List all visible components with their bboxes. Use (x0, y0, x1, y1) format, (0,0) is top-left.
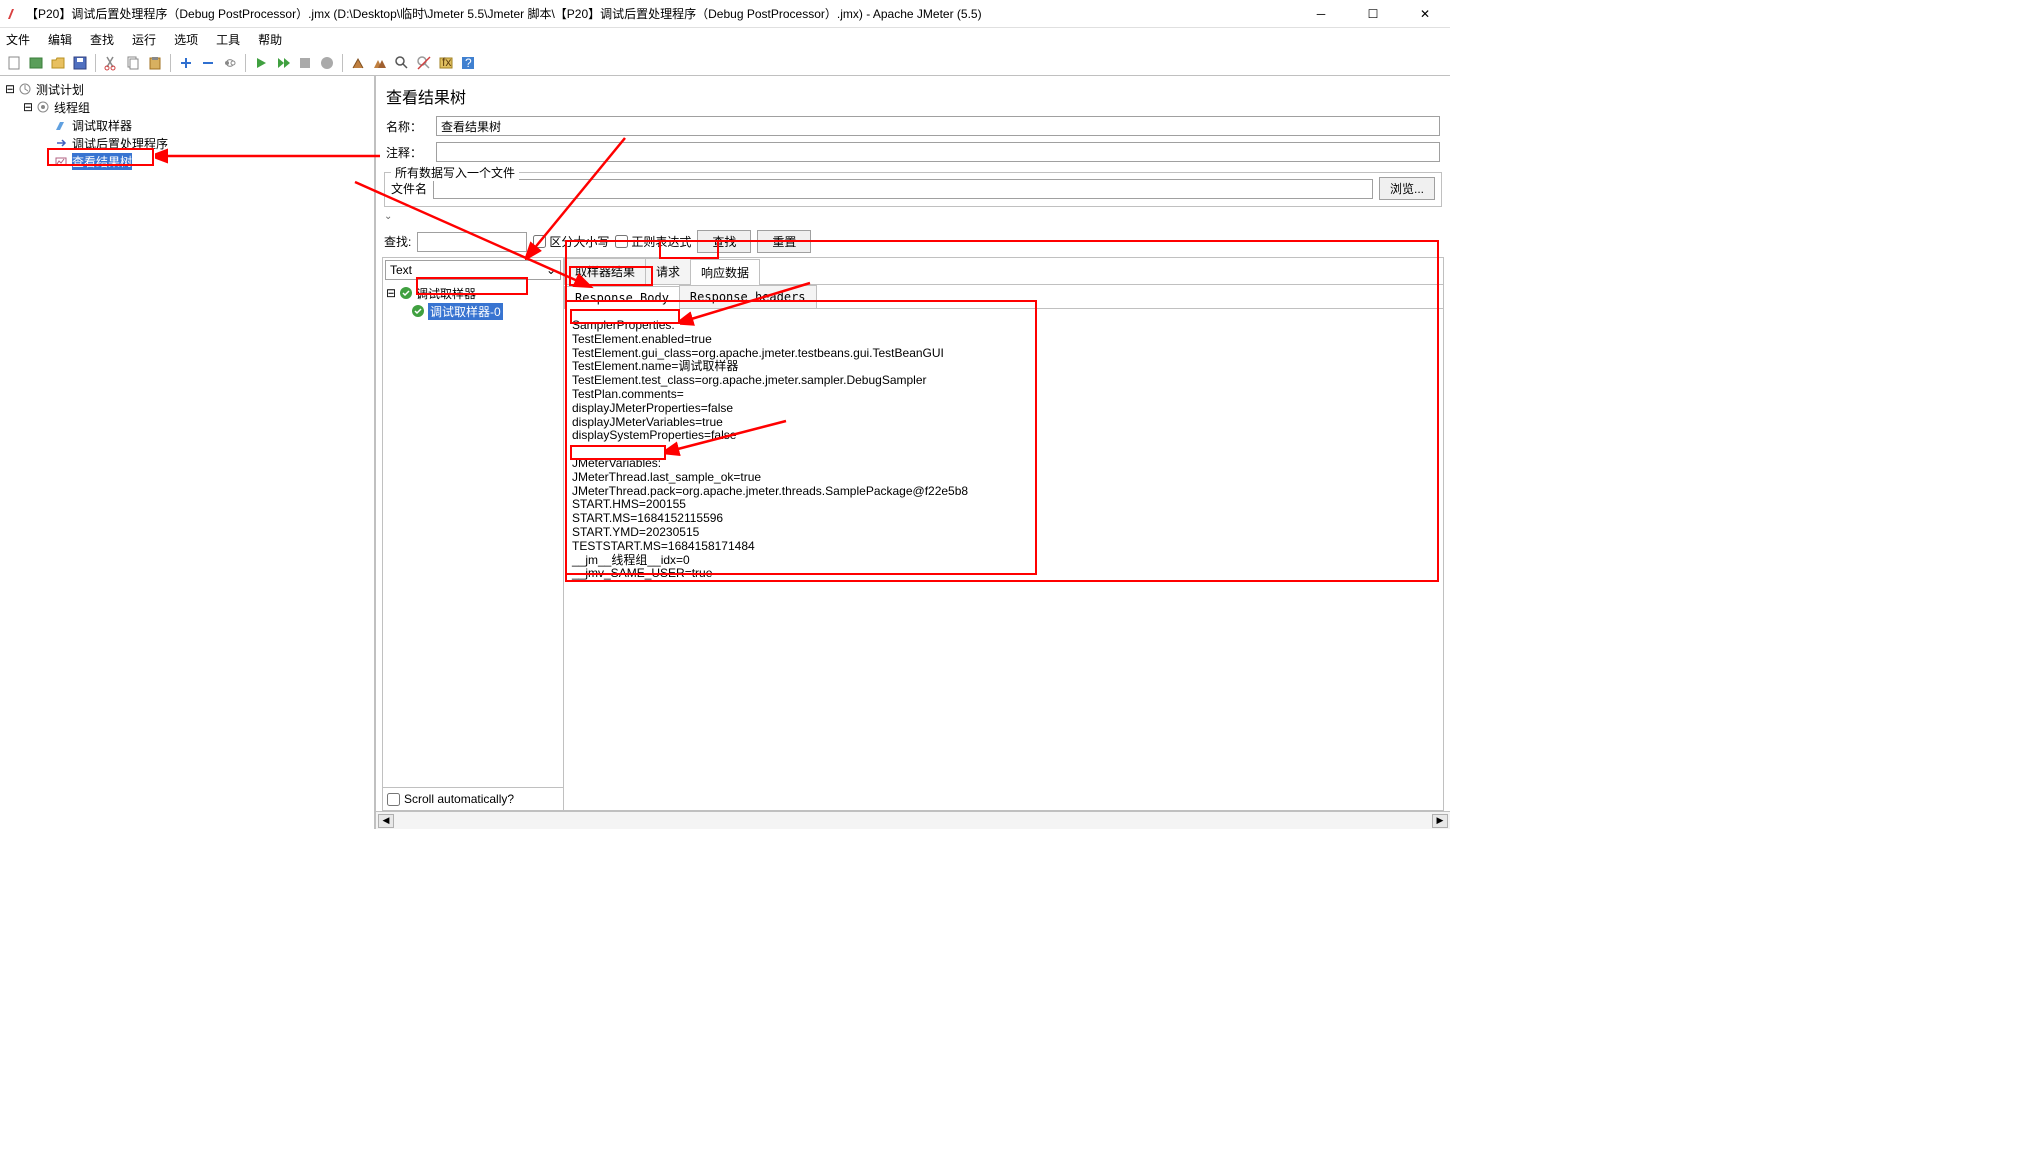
menu-tools[interactable]: 工具 (216, 31, 240, 48)
clear-icon[interactable] (348, 53, 368, 73)
case-sensitive-checkbox[interactable]: 区分大小写 (533, 233, 609, 250)
help-icon[interactable]: ? (458, 53, 478, 73)
menu-search[interactable]: 查找 (90, 31, 114, 48)
tab-request[interactable]: 请求 (645, 258, 691, 284)
horizontal-scrollbar[interactable]: ◀ ▶ (376, 811, 1450, 829)
result-node-child[interactable]: 调试取样器-0 (411, 302, 561, 320)
filename-input[interactable] (433, 179, 1373, 199)
browse-button[interactable]: 浏览... (1379, 177, 1435, 200)
threadgroup-icon (36, 100, 50, 114)
window-title: 【P20】调试后置处理程序（Debug PostProcessor）.jmx (… (26, 5, 1306, 22)
chevron-down-icon: ⌄ (546, 263, 556, 277)
scroll-auto-checkbox[interactable]: Scroll automatically? (383, 787, 563, 810)
comment-label: 注释： (386, 144, 430, 161)
copy-icon[interactable] (123, 53, 143, 73)
cut-icon[interactable] (101, 53, 121, 73)
tree-node-testplan[interactable]: ⊟ 测试计划 (4, 80, 370, 98)
tab-response-body[interactable]: Response Body (564, 286, 680, 309)
response-tabs-level2: Response Body Response headers (564, 285, 1443, 309)
menu-edit[interactable]: 编辑 (48, 31, 72, 48)
stop-icon[interactable] (295, 53, 315, 73)
tab-response-data[interactable]: 响应数据 (690, 259, 760, 285)
regex-checkbox[interactable]: 正则表达式 (615, 233, 691, 250)
listener-icon (54, 154, 68, 168)
close-button[interactable]: ✕ (1410, 3, 1440, 25)
start-no-timers-icon[interactable] (273, 53, 293, 73)
expand-chevron-icon[interactable]: ⌄ (384, 211, 1442, 222)
titlebar: 【P20】调试后置处理程序（Debug PostProcessor）.jmx (… (0, 0, 1450, 28)
renderer-combo[interactable]: Text ⌄ (385, 260, 561, 280)
save-icon[interactable] (70, 53, 90, 73)
reset-search-icon[interactable] (414, 53, 434, 73)
comment-input[interactable] (436, 142, 1440, 162)
templates-icon[interactable] (26, 53, 46, 73)
scroll-left-icon[interactable]: ◀ (378, 814, 394, 828)
menu-options[interactable]: 选项 (174, 31, 198, 48)
success-icon (411, 304, 425, 318)
response-tabs-level1: 取样器结果 请求 响应数据 (564, 258, 1443, 285)
test-plan-tree[interactable]: ⊟ 测试计划 ⊟ 线程组 调试取样器 (0, 76, 376, 829)
open-icon[interactable] (48, 53, 68, 73)
tree-node-postprocessor[interactable]: 调试后置处理程序 (40, 134, 370, 152)
testplan-icon (18, 82, 32, 96)
success-icon (399, 286, 413, 300)
paste-icon[interactable] (145, 53, 165, 73)
toggle-icon[interactable] (220, 53, 240, 73)
menubar: 文件 编辑 查找 运行 选项 工具 帮助 (0, 28, 1450, 50)
expand-icon[interactable] (176, 53, 196, 73)
search-label: 查找: (384, 233, 411, 250)
result-node-parent[interactable]: ⊟ 调试取样器 (385, 284, 561, 302)
name-input[interactable] (436, 116, 1440, 136)
svg-text:?: ? (465, 56, 472, 70)
postprocessor-icon (54, 136, 68, 150)
reset-button[interactable]: 重置 (757, 230, 811, 253)
new-icon[interactable] (4, 53, 24, 73)
menu-help[interactable]: 帮助 (258, 31, 282, 48)
results-tree[interactable]: ⊟ 调试取样器 调试取样器-0 (383, 282, 563, 787)
response-body-text[interactable]: SamplerProperties: TestElement.enabled=t… (564, 309, 1443, 810)
svg-text:fx: fx (442, 55, 451, 69)
menu-run[interactable]: 运行 (132, 31, 156, 48)
panel-heading: 查看结果树 (386, 84, 1440, 108)
tree-node-sampler[interactable]: 调试取样器 (40, 116, 370, 134)
search-input[interactable] (417, 232, 527, 252)
menu-file[interactable]: 文件 (6, 31, 30, 48)
minimize-button[interactable]: ─ (1306, 3, 1336, 25)
search-button[interactable]: 查找 (697, 230, 751, 253)
name-label: 名称： (386, 118, 430, 135)
maximize-button[interactable]: ☐ (1358, 3, 1388, 25)
file-output-group: 所有数据写入一个文件 文件名 浏览... (384, 172, 1442, 207)
tree-node-threadgroup[interactable]: ⊟ 线程组 (22, 98, 370, 116)
collapse-icon[interactable]: ⊟ (4, 83, 16, 95)
function-helper-icon[interactable]: fx (436, 53, 456, 73)
sampler-icon (54, 118, 68, 132)
start-icon[interactable] (251, 53, 271, 73)
tree-node-viewresultstree[interactable]: 查看结果树 (40, 152, 370, 170)
shutdown-icon[interactable] (317, 53, 337, 73)
app-icon (6, 7, 20, 21)
collapse-icon[interactable]: ⊟ (22, 101, 34, 113)
scroll-right-icon[interactable]: ▶ (1432, 814, 1448, 828)
clear-all-icon[interactable] (370, 53, 390, 73)
collapse-icon[interactable] (198, 53, 218, 73)
filename-label: 文件名 (391, 180, 427, 197)
tab-sampler-result[interactable]: 取样器结果 (564, 258, 646, 284)
collapse-icon[interactable]: ⊟ (385, 287, 397, 299)
toolbar: fx ? (0, 50, 1450, 76)
search-icon[interactable] (392, 53, 412, 73)
tab-response-headers[interactable]: Response headers (679, 285, 817, 308)
